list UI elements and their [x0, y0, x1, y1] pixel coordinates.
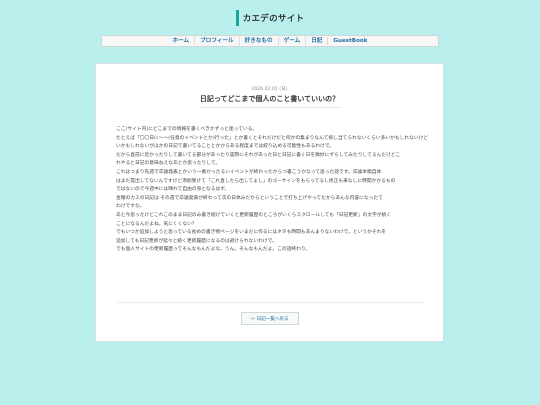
body-line: でもいつか追加しようと思っている長めの書き物ページをいまだに作るにはネタも時間も…: [116, 230, 387, 236]
bottom-divider: [116, 302, 424, 303]
body-line: いかもしれないがほかの日記で書いてることとかからある程度までは絞り込める可能性も…: [116, 144, 335, 150]
body-line: はまだ提出してないんですけど添削受けて「これ直したら出してよし」のゴーサインをも…: [116, 178, 396, 184]
body-line: 金曜のカスの日記は その週で卒論発表が終わって次の日休みだからということで打ち上…: [116, 195, 383, 201]
post-body: ここ(サイト内)にどこまでの情報を書くべきかずっと迷っている。 たとえば「〇〇日…: [116, 126, 428, 255]
body-line: だから直前に近かったりして書いてる部分があったり実際にそれがあった日と日記に書く…: [116, 152, 401, 158]
body-line: ことになるんだよね。気にくくない？: [116, 221, 197, 227]
nav-item-diary[interactable]: 日記: [305, 37, 327, 45]
site-title[interactable]: カエデのサイト: [243, 12, 305, 24]
diary-entry-card: 2026.02.01 (日) 日記ってどこまで個人のこと書いていいの？ ここ(サ…: [95, 63, 444, 342]
nav-item-favorites[interactable]: 好きなもの: [238, 37, 278, 45]
body-line: これはつまり先週で卒論発表とかいう一番かったるいイベントが終わったからつ書こうか…: [116, 169, 382, 175]
nav-item-profile[interactable]: プロフィール: [194, 37, 238, 45]
site-header: カエデのサイト: [0, 10, 540, 28]
site-title-wrap: カエデのサイト: [235, 10, 305, 26]
body-line: あと今思ったけどこれこのまま日記のみ書き続けていくと更新履歴のところがいくらスク…: [116, 212, 391, 218]
post-title: 日記ってどこまで個人のこと書いていいの？: [199, 95, 340, 103]
title-divider: [200, 107, 340, 108]
back-to-diary-list-button[interactable]: ← 日記一覧へ戻る: [241, 312, 299, 325]
nav-item-guestbook[interactable]: GuestBook: [327, 37, 372, 45]
nav-item-home[interactable]: ホーム: [168, 37, 195, 45]
body-line: でも個人サイトの更新履歴ってそんなもんだよな。うん。そんなもんだよ。この話終わり…: [116, 247, 311, 253]
body-line: ここ(サイト内)にどこまでの情報を書くべきかずっと迷っている。: [116, 127, 258, 132]
body-line: 追加しても日記更新が延々と続く更新履歴になるのは避けられないわけで。: [116, 238, 277, 244]
body-line: たとえば「〇〇日に〜〜(任意のイベントとか)行った」とか書くとそれだけだと何かの…: [116, 135, 429, 141]
main-nav: ホーム プロフィール 好きなもの ゲーム 日記 GuestBook: [101, 35, 439, 47]
body-line: わけですな。: [116, 204, 145, 210]
nav-item-games[interactable]: ゲーム: [277, 37, 306, 45]
post-date: 2026.02.01 (日): [251, 87, 288, 92]
body-line: ではないので今週中には晴れて自由の身となるはず。: [116, 187, 230, 193]
body-line: れやると日記の意味ねえなあとか思ったりして。: [116, 161, 221, 167]
